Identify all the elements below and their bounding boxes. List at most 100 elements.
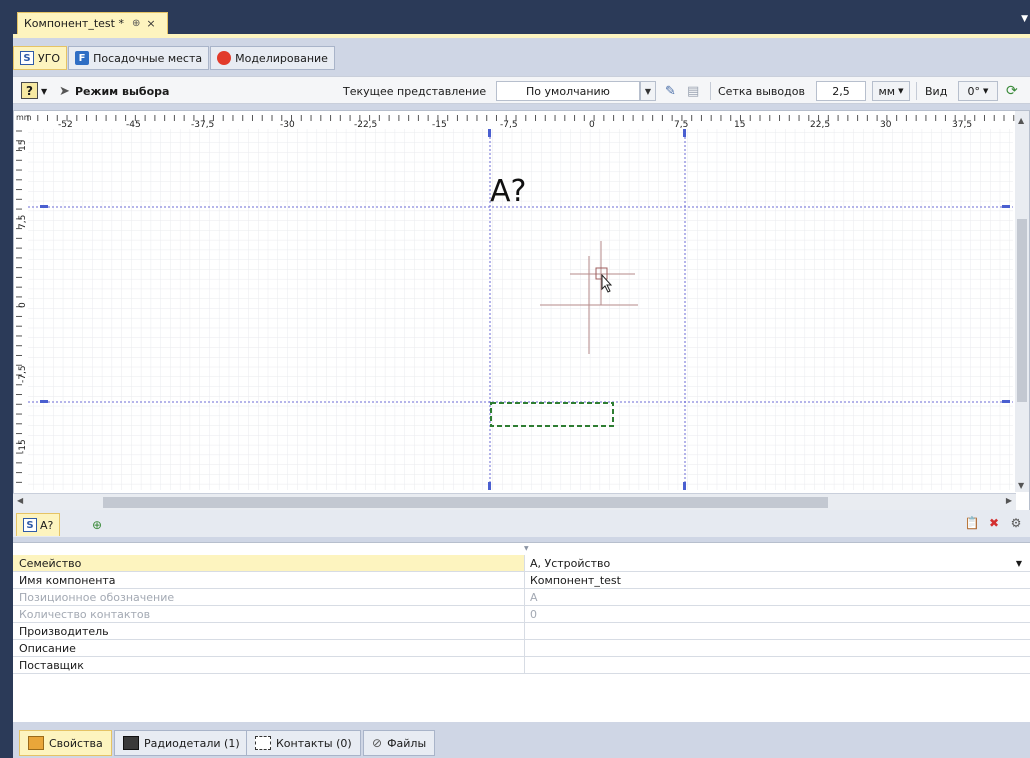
ruler-label-y: -7,5 xyxy=(18,365,28,383)
symbol-tabs: S A? ⊕ 📋 ✖ ⚙ xyxy=(13,510,1030,537)
scroll-down-icon[interactable]: ▼ xyxy=(1018,481,1025,490)
ruler-label-y: 0 xyxy=(18,302,28,308)
bottom-tabs: Свойства Радиодетали (1) Контакты (0) ⊘ … xyxy=(13,728,1030,758)
horizontal-scroll-thumb[interactable] xyxy=(103,497,828,508)
property-row-name[interactable]: Имя компонента Компонент_test xyxy=(13,572,1030,589)
horizontal-scrollbar[interactable]: ◀ ▶ xyxy=(13,493,1016,510)
document-tab-strip: Компонент_test * ⊕ × ▼ xyxy=(0,0,1030,34)
pin-grid-input[interactable]: 2,5 xyxy=(816,81,866,101)
canvas-svg: mm -52 -45 -37,5 -30 -22,5 -15 -7,5 0 7,5 15 22,5 3… xyxy=(14,111,1029,492)
property-row-pin-count: Количество контактов 0 xyxy=(13,606,1030,623)
property-name: Описание xyxy=(13,640,525,656)
view-label: Вид xyxy=(925,84,948,98)
guide-handle[interactable] xyxy=(1002,400,1010,403)
guide-handle[interactable] xyxy=(683,129,686,137)
property-row-supplier[interactable]: Поставщик xyxy=(13,657,1030,674)
property-value[interactable] xyxy=(525,657,1030,673)
property-grid: Семейство А, Устройство ▼ Имя компонента… xyxy=(13,542,1030,722)
unit-value: мм xyxy=(878,84,896,98)
document-tab-title: Компонент_test * xyxy=(24,17,124,30)
property-row-family[interactable]: Семейство А, Устройство ▼ xyxy=(13,555,1030,572)
tab-ugo[interactable]: S УГО xyxy=(13,46,68,70)
guide-handle[interactable] xyxy=(683,482,686,490)
property-row-manufacturer[interactable]: Производитель xyxy=(13,623,1030,640)
ruler-label-x: -7,5 xyxy=(500,120,518,130)
property-name: Имя компонента xyxy=(13,572,525,588)
guide-handle[interactable] xyxy=(488,482,491,490)
ruler-label-x: 37,5 xyxy=(952,120,972,130)
tab-add-symbol[interactable]: ⊕ xyxy=(83,513,111,536)
document-tab[interactable]: Компонент_test * ⊕ × xyxy=(17,12,168,34)
tab-ugo-label: УГО xyxy=(38,51,61,65)
close-icon[interactable]: × xyxy=(146,17,155,30)
property-value[interactable]: А, Устройство ▼ xyxy=(525,555,1030,571)
vertical-scroll-thumb[interactable] xyxy=(1017,219,1027,402)
current-view-select[interactable]: По умолчанию xyxy=(496,81,640,101)
toolbar: ? ▼ ➤ Режим выбора Текущее представление… xyxy=(13,76,1030,104)
paste-icon[interactable]: 📋 xyxy=(964,515,980,531)
help-icon[interactable]: ? xyxy=(21,82,38,99)
app-window: Компонент_test * ⊕ × ▼ S УГО F Посадочны… xyxy=(0,0,1030,758)
chevron-down-icon[interactable]: ▼ xyxy=(1016,559,1022,568)
unit-select[interactable]: мм ▼ xyxy=(872,81,910,101)
refresh-icon[interactable]: ⟳ xyxy=(1006,77,1018,105)
property-row-description[interactable]: Описание xyxy=(13,640,1030,657)
property-value[interactable]: Компонент_test xyxy=(525,572,1030,588)
view-tabs: S УГО F Посадочные места Моделирование xyxy=(13,46,336,70)
property-value: 0 xyxy=(530,607,537,621)
tab-contacts[interactable]: Контакты (0) xyxy=(246,730,361,756)
scroll-up-icon[interactable]: ▲ xyxy=(1018,116,1025,125)
ruler-label-x: -22,5 xyxy=(354,120,377,130)
delete-view-icon[interactable]: ▤ xyxy=(687,77,699,105)
rotation-dropdown-icon: ▼ xyxy=(983,87,989,95)
tab-modeling[interactable]: Моделирование xyxy=(210,46,335,70)
toolbar-divider xyxy=(916,82,917,100)
modeling-icon xyxy=(217,51,232,65)
guide-handle[interactable] xyxy=(1002,205,1010,208)
ruler-label-x: -30 xyxy=(280,120,295,130)
pin-icon[interactable]: ⊕ xyxy=(132,18,140,29)
help-dropdown-icon[interactable]: ▼ xyxy=(41,77,47,105)
scroll-left-icon[interactable]: ◀ xyxy=(17,496,23,505)
ruler-label-y: -15 xyxy=(18,439,28,454)
ruler-label-x: 15 xyxy=(734,120,745,130)
tab-properties[interactable]: Свойства xyxy=(19,730,112,756)
vertical-ruler xyxy=(14,111,28,492)
property-row-designator: Позиционное обозначение А xyxy=(13,589,1030,606)
tab-files[interactable]: ⊘ Файлы xyxy=(363,730,436,756)
column-splitter-icon[interactable]: ▼ xyxy=(524,545,529,552)
tab-footprints[interactable]: F Посадочные места xyxy=(68,46,210,70)
tab-properties-label: Свойства xyxy=(49,736,103,750)
delete-icon[interactable]: ✖ xyxy=(986,515,1002,531)
symbol-icon: S xyxy=(23,518,37,532)
edit-view-icon[interactable]: ✎ xyxy=(665,77,676,105)
property-value[interactable] xyxy=(525,623,1030,639)
paperclip-icon: ⊘ xyxy=(372,736,383,750)
tab-symbol-a[interactable]: S A? xyxy=(16,513,61,536)
gear-icon[interactable]: ⚙ xyxy=(1008,515,1024,531)
ruler-label-x: -45 xyxy=(126,120,141,130)
ruler-label-y: 7,5 xyxy=(18,215,28,229)
reference-designator-label[interactable]: A? xyxy=(490,174,526,209)
scroll-right-icon[interactable]: ▶ xyxy=(1006,496,1012,505)
rotation-select[interactable]: 0° ▼ xyxy=(958,81,998,101)
tab-symbol-a-label: A? xyxy=(40,518,54,532)
tab-list-dropdown-icon[interactable]: ▼ xyxy=(1021,14,1028,24)
ruler-label-x: -37,5 xyxy=(191,120,214,130)
guide-handle[interactable] xyxy=(488,129,491,137)
properties-icon xyxy=(28,736,44,750)
guide-handle[interactable] xyxy=(40,400,48,403)
footprint-icon: F xyxy=(75,51,90,65)
ruler-label-x: 22,5 xyxy=(810,120,830,130)
selection-mode-label[interactable]: Режим выбора xyxy=(75,77,169,105)
property-value[interactable] xyxy=(525,640,1030,656)
rotation-value: 0° xyxy=(967,84,981,98)
current-view-dropdown-icon[interactable]: ▼ xyxy=(640,81,656,101)
toolbar-divider xyxy=(710,82,711,100)
tab-files-label: Файлы xyxy=(387,736,427,750)
tab-radio-parts[interactable]: Радиодетали (1) xyxy=(114,730,249,756)
drawing-canvas[interactable]: mm -52 -45 -37,5 -30 -22,5 -15 -7,5 0 7,5 15 22,5 3… xyxy=(13,110,1030,517)
guide-handle[interactable] xyxy=(40,205,48,208)
ruler-label-x: 30 xyxy=(880,120,892,130)
property-value-text: А, Устройство xyxy=(530,556,611,570)
